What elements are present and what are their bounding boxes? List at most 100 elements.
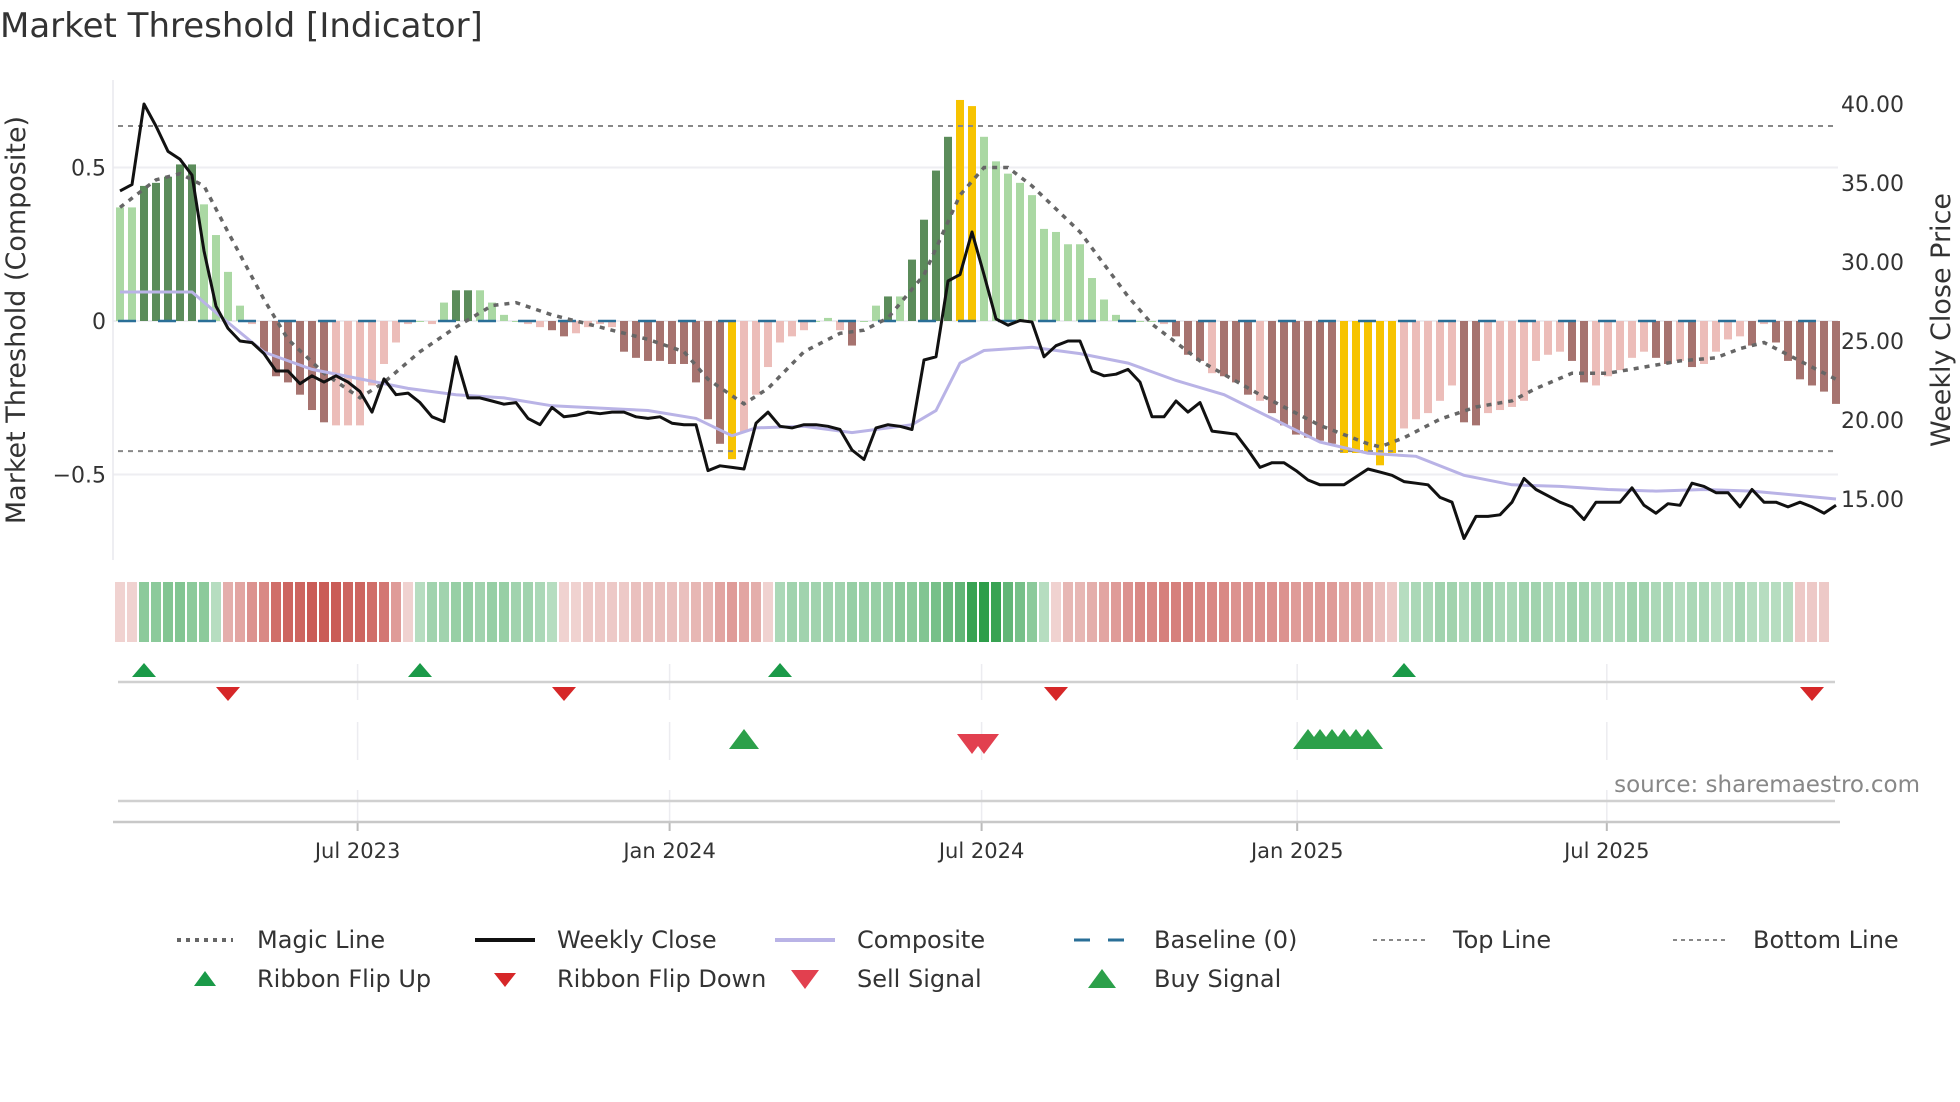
x-tick-label: Jul 2023 xyxy=(313,839,400,863)
ribbon-cell xyxy=(439,582,449,642)
composite-bar xyxy=(1364,321,1372,454)
ribbon-cell xyxy=(1639,582,1649,642)
ribbon-cell xyxy=(823,582,833,642)
ribbon-cell xyxy=(1483,582,1493,642)
ribbon-cell xyxy=(1375,582,1385,642)
composite-bar xyxy=(1400,321,1408,429)
composite-bar xyxy=(716,321,724,444)
ribbon-cell xyxy=(1135,582,1145,642)
composite-bar xyxy=(116,207,124,321)
ribbon-cell xyxy=(607,582,617,642)
ribbon-flip-down-marker xyxy=(216,687,240,701)
ribbon-cell xyxy=(1471,582,1481,642)
composite-bar xyxy=(1436,321,1444,401)
composite-bars xyxy=(116,99,1840,466)
tick-labels: 0.5 0 −0.5 40.00 35.00 30.00 25.00 20.00… xyxy=(53,93,1904,863)
ribbon-cell xyxy=(1063,582,1073,642)
ribbon-cell xyxy=(1495,582,1505,642)
composite-bar xyxy=(1196,321,1204,361)
x-tick-label: Jul 2024 xyxy=(937,839,1024,863)
ribbon-cell xyxy=(1255,582,1265,642)
composite-bar xyxy=(464,290,472,321)
composite-bar xyxy=(692,321,700,383)
ribbon-cell xyxy=(1543,582,1553,642)
composite-bar xyxy=(800,321,808,331)
source-label: source: sharemaestro.com xyxy=(1614,772,1920,798)
ribbon-cell xyxy=(403,582,413,642)
ribbon-cell xyxy=(1699,582,1709,642)
ribbon-cell xyxy=(571,582,581,642)
composite-bar xyxy=(344,321,352,426)
composite-bar xyxy=(824,317,832,321)
ribbon-cell xyxy=(667,582,677,642)
composite-bar xyxy=(548,321,556,331)
ribbon-cell xyxy=(1411,582,1421,642)
ribbon-cell xyxy=(1111,582,1121,642)
ribbon-cell xyxy=(907,582,917,642)
composite-bar xyxy=(260,321,268,352)
ribbon-cell xyxy=(1759,582,1769,642)
composite-bar xyxy=(668,321,676,364)
ribbon-cell xyxy=(751,582,761,642)
ribbon-cell xyxy=(1399,582,1409,642)
right-tick-label: 35.00 xyxy=(1841,172,1904,197)
ribbon-cell xyxy=(943,582,953,642)
ribbon-cell xyxy=(139,582,149,642)
right-tick-label: 15.00 xyxy=(1841,488,1904,513)
ribbon-cell xyxy=(787,582,797,642)
ribbon-cell xyxy=(1387,582,1397,642)
ribbon-cell xyxy=(547,582,557,642)
composite-bar xyxy=(884,296,892,321)
composite-bar xyxy=(1472,321,1480,426)
composite-bar xyxy=(368,321,376,386)
ribbon-cell xyxy=(715,582,725,642)
ribbon-cell xyxy=(283,582,293,642)
ribbon-cell xyxy=(1675,582,1685,642)
ribbon-cell xyxy=(1087,582,1097,642)
ribbon-cell xyxy=(739,582,749,642)
composite-bar xyxy=(1640,321,1648,352)
ribbon-cell xyxy=(427,582,437,642)
ribbon-cell xyxy=(583,582,593,642)
composite-bar xyxy=(1568,321,1576,361)
ribbon-cell xyxy=(1735,582,1745,642)
ribbon-cell xyxy=(679,582,689,642)
composite-bar xyxy=(644,321,652,361)
ribbon-cell xyxy=(1507,582,1517,642)
composite-bar xyxy=(452,290,460,321)
composite-bar xyxy=(740,321,748,432)
ribbon-cell xyxy=(1687,582,1697,642)
composite-bar xyxy=(1460,321,1468,423)
ribbon-cell xyxy=(1075,582,1085,642)
ribbon-cell xyxy=(1363,582,1373,642)
composite-bar xyxy=(1184,321,1192,355)
composite-bar xyxy=(632,321,640,358)
ribbon-cell xyxy=(1051,582,1061,642)
ribbon-cell xyxy=(259,582,269,642)
ribbon-cell xyxy=(1591,582,1601,642)
ribbon-cell xyxy=(1195,582,1205,642)
composite-bar xyxy=(1676,321,1684,361)
composite-bar xyxy=(380,321,388,364)
composite-bar xyxy=(968,106,976,321)
composite-bar xyxy=(680,321,688,364)
composite-bar xyxy=(836,321,844,331)
composite-bar xyxy=(164,176,172,321)
composite-bar xyxy=(1028,195,1036,321)
right-tick-label: 20.00 xyxy=(1841,409,1904,434)
composite-bar xyxy=(1004,173,1012,321)
ribbon-cell xyxy=(1123,582,1133,642)
composite-bar xyxy=(1724,321,1732,340)
ribbon-flip-down-marker xyxy=(1044,687,1068,701)
ribbon-cell xyxy=(499,582,509,642)
ribbon-cell xyxy=(1303,582,1313,642)
x-tick-label: Jul 2025 xyxy=(1562,839,1649,863)
ribbon-cell xyxy=(319,582,329,642)
ribbon-flip-up-marker xyxy=(768,663,792,677)
ribbon-cell xyxy=(1207,582,1217,642)
composite-bar xyxy=(500,314,508,321)
ribbon-cell xyxy=(247,582,257,642)
composite-bar xyxy=(728,321,736,460)
composite-bar xyxy=(1376,321,1384,466)
ribbon-cell xyxy=(1015,582,1025,642)
